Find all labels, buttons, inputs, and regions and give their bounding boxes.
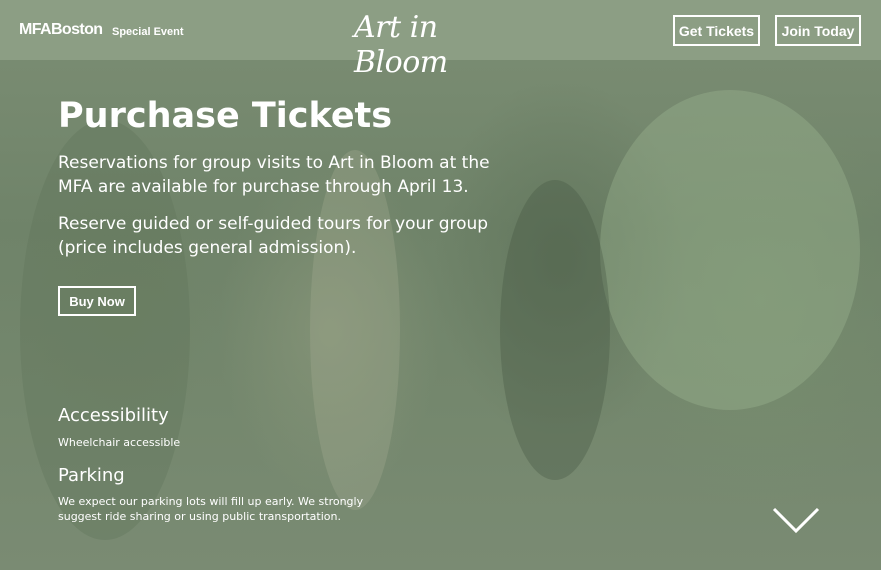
accessibility-text: Wheelchair accessible — [58, 436, 181, 449]
visitor-silhouette — [500, 180, 610, 480]
chevron-down-icon[interactable] — [771, 505, 821, 535]
buy-now-button[interactable]: Buy Now — [58, 286, 136, 316]
intro-paragraph: Reservations for group visits to Art in … — [58, 153, 490, 197]
tour-paragraph: Reserve guided or self-guided tours for … — [58, 214, 489, 258]
hero-background — [0, 0, 881, 570]
top-navigation-bar: MFABoston Special Event Art in Bloom Get… — [0, 0, 881, 80]
mfa-boston-logo[interactable]: MFABoston — [19, 21, 103, 39]
parking-heading: Parking — [58, 465, 125, 486]
get-tickets-button[interactable]: Get Tickets — [673, 15, 760, 46]
special-event-tag: Special Event — [112, 26, 184, 38]
parking-text: We expect our parking lots will fill up … — [58, 495, 364, 523]
accessibility-heading: Accessibility — [58, 405, 169, 426]
flower-arrangement-shape — [600, 90, 860, 410]
join-today-button[interactable]: Join Today — [775, 15, 861, 46]
page-title: Purchase Tickets — [58, 96, 393, 136]
art-in-bloom-logo[interactable]: Art in Bloom — [354, 10, 504, 80]
visitor-silhouette — [310, 150, 400, 510]
